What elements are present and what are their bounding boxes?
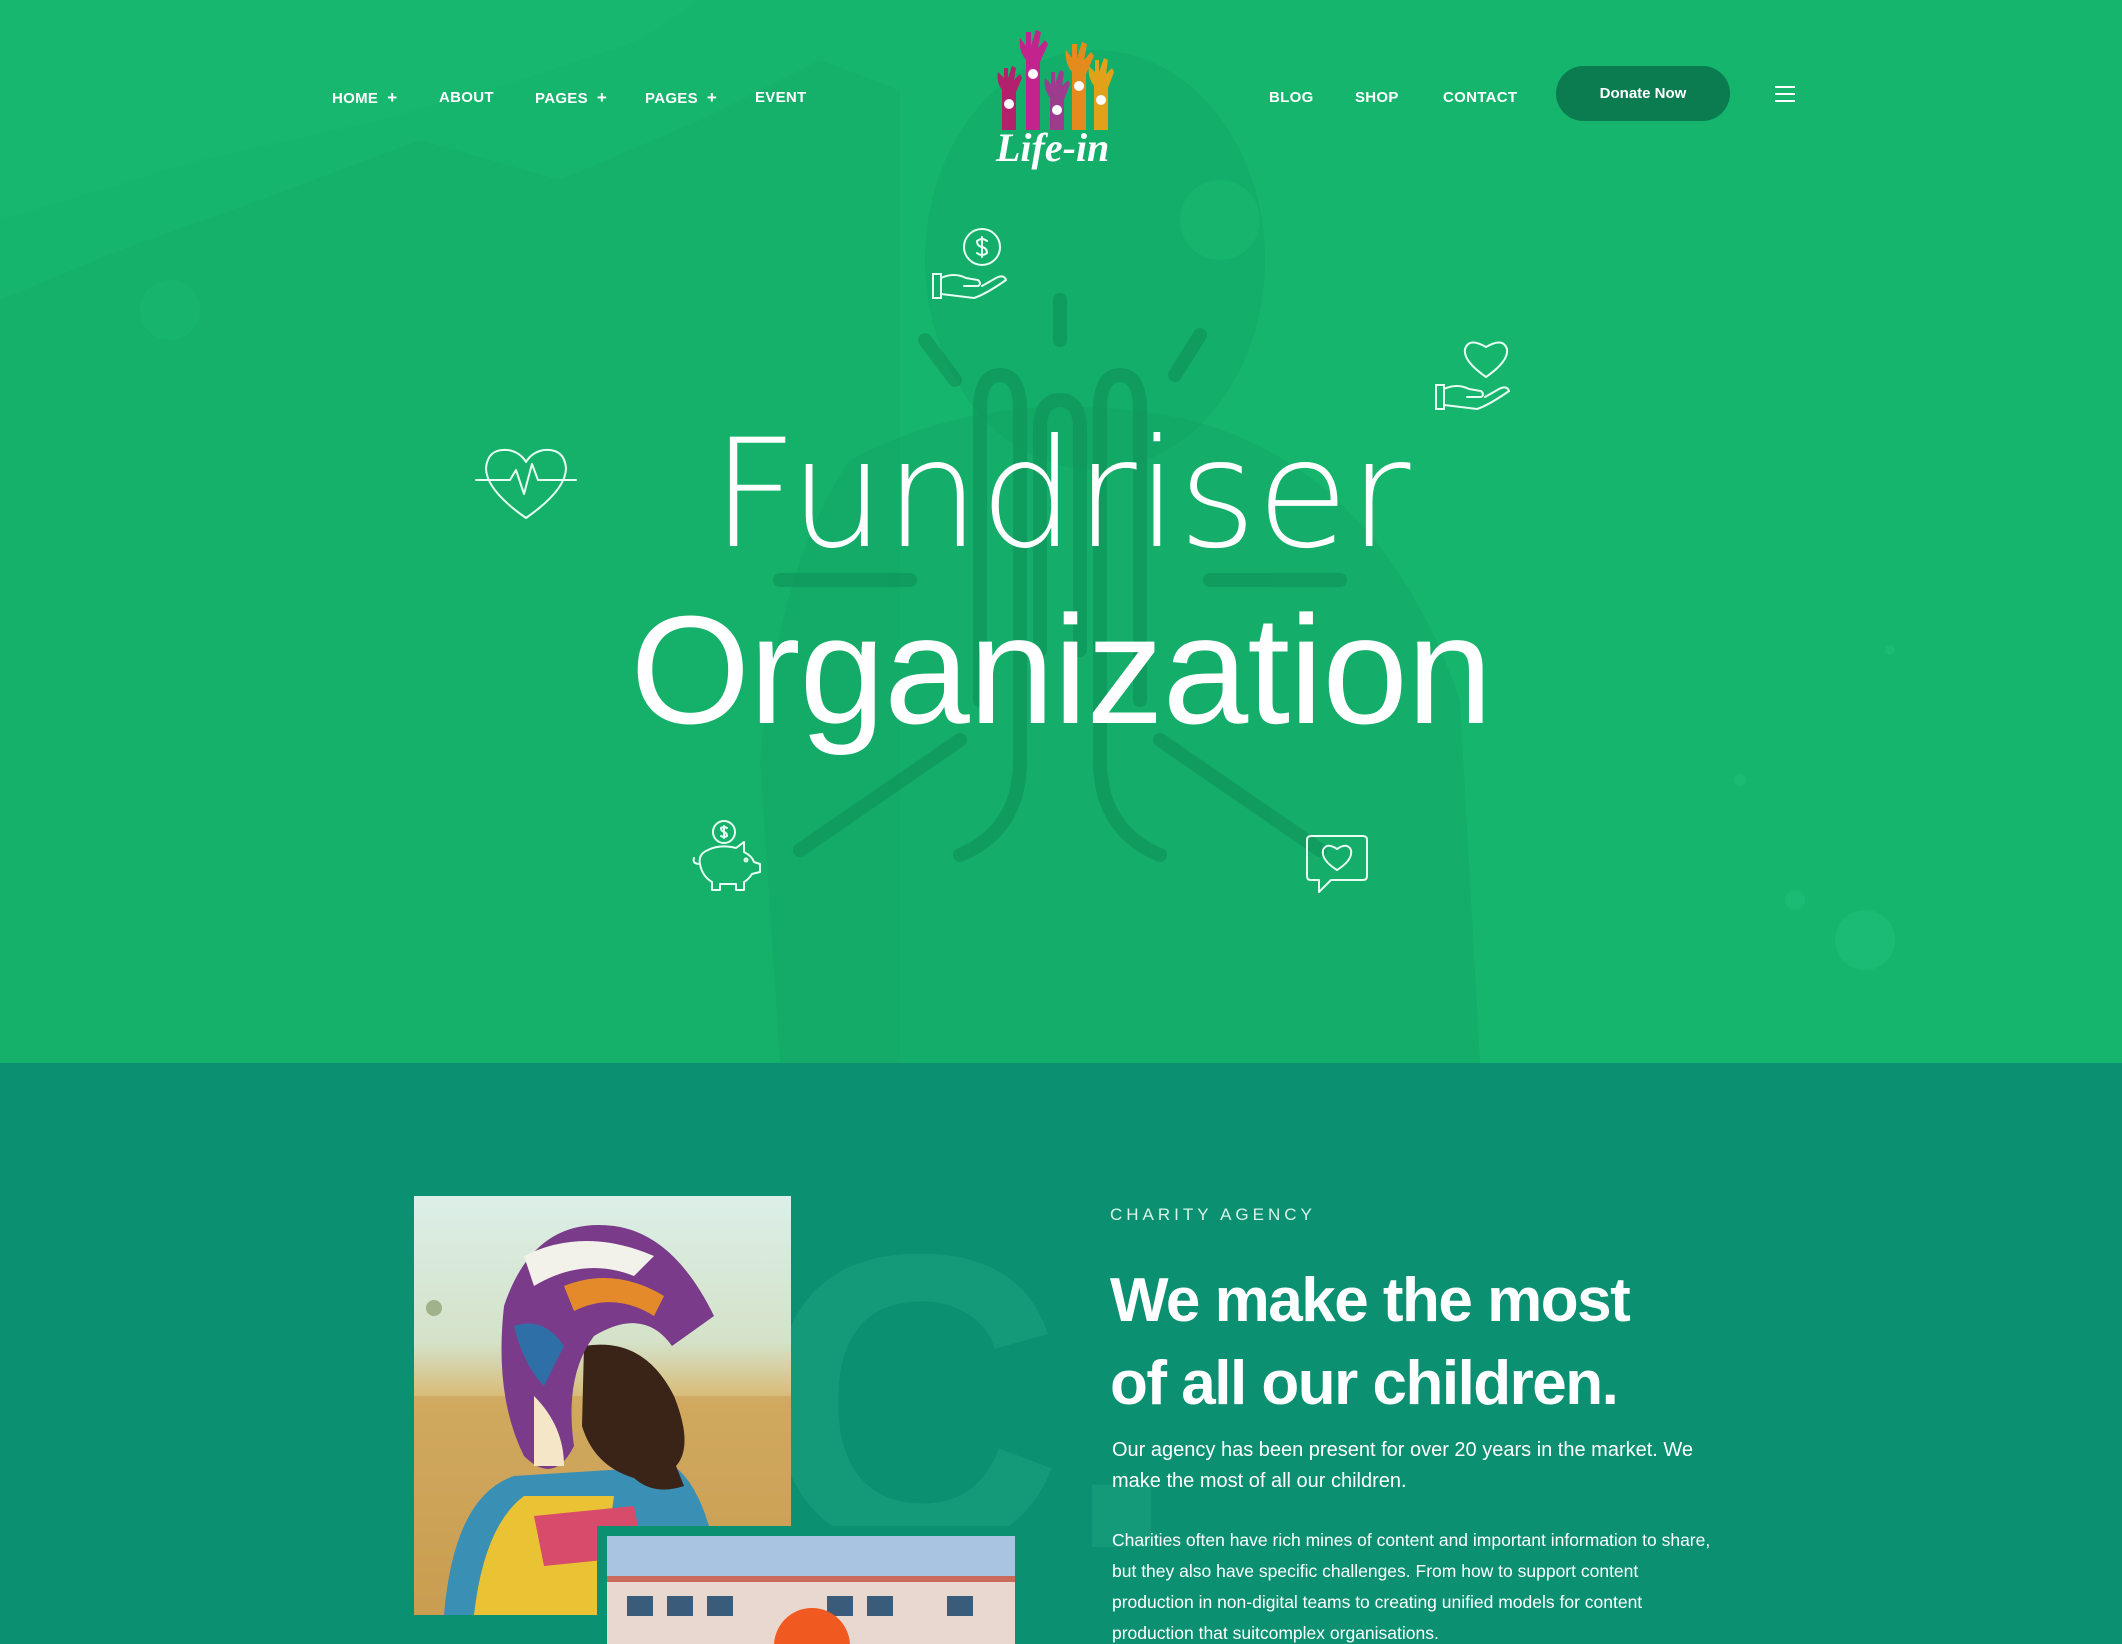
hero-title-line2: Organization [630, 584, 1492, 756]
nav-shop[interactable]: SHOP [1355, 88, 1399, 108]
section-body: Charities often have rich mines of conte… [1112, 1530, 1711, 1643]
section-lead: Our agency has been present for over 20 … [1112, 1439, 1694, 1492]
heart-hand-icon [1435, 341, 1511, 411]
hero-title-line1: Fundriser [711, 408, 1411, 582]
heart-chat-icon [1306, 835, 1368, 893]
section-title-line1: We make the most [1110, 1266, 1631, 1335]
nav-pages-1[interactable]: PAGES + [535, 88, 607, 109]
nav-event[interactable]: EVENT [755, 88, 807, 108]
expand-plus-icon: + [596, 88, 608, 107]
hero-section: HOME + ABOUT PAGES + PAGES + EVENT BLOG SHO… [0, 0, 2122, 1063]
section-eyebrow: CHARITY AGENCY [1110, 1205, 1316, 1224]
building-photo-frame [597, 1526, 1017, 1644]
nav-pages-2[interactable]: PAGES + [645, 88, 717, 109]
logo-text: Life-in [996, 125, 1110, 170]
section-title: We make the most of all our children. [1110, 1259, 1810, 1425]
piggy-bank-icon [692, 820, 761, 891]
building-photo [607, 1536, 1015, 1644]
expand-plus-icon: + [387, 88, 398, 107]
nav-contact[interactable]: CONTACT [1443, 88, 1517, 108]
expand-plus-icon: + [706, 88, 718, 107]
menu-icon[interactable] [1775, 86, 1795, 102]
dollar-hand-icon [932, 228, 1008, 300]
donate-now-button[interactable]: Donate Now [1556, 66, 1730, 121]
nav-about[interactable]: ABOUT [439, 88, 494, 108]
charity-agency-section: C. CHARITY AGENCY We make the most of al… [0, 1063, 2122, 1644]
nav-home[interactable]: HOME + [332, 88, 397, 109]
section-title-line2: of all our children. [1110, 1349, 1619, 1418]
nav-blog[interactable]: BLOG [1269, 88, 1314, 108]
